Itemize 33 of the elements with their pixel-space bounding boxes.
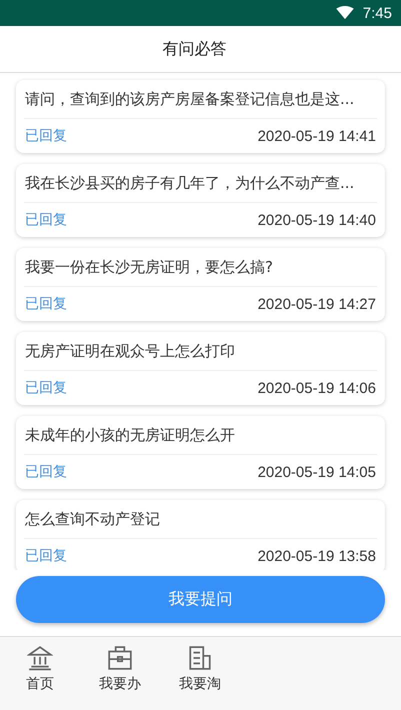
question-text: 我要一份在长沙无房证明，要怎么搞?: [24, 248, 377, 287]
question-text: 怎么查询不动产登记: [24, 500, 377, 539]
bank-icon: [27, 645, 53, 671]
page-title: 有问必答: [162, 38, 226, 60]
question-time: 2020-05-19 14:27: [258, 296, 376, 312]
question-text: 请问，查询到的该房产房屋备案登记信息也是这...: [24, 80, 377, 119]
question-time: 2020-05-19 14:06: [258, 380, 376, 396]
status-time: 7:45: [362, 4, 392, 22]
reply-status: 已回复: [25, 295, 67, 313]
question-card[interactable]: 请问，查询到的该房产房屋备案登记信息也是这... 已回复 2020-05-19 14:41: [16, 80, 385, 153]
question-text: 无房产证明在观众号上怎么打印: [24, 332, 377, 371]
building-icon: [187, 645, 213, 671]
question-card[interactable]: 我在长沙县买的房子有几年了，为什么不动产查... 已回复 2020-05-19 14:40: [16, 164, 385, 237]
briefcase-icon: [107, 645, 133, 671]
reply-status: 已回复: [25, 127, 67, 145]
reply-status: 已回复: [25, 379, 67, 397]
question-card[interactable]: 无房产证明在观众号上怎么打印 已回复 2020-05-19 14:06: [16, 332, 385, 405]
reply-status: 已回复: [25, 211, 67, 229]
reply-status: 已回复: [25, 547, 67, 565]
question-card[interactable]: 我要一份在长沙无房证明，要怎么搞? 已回复 2020-05-19 14:27: [16, 248, 385, 321]
tab-item[interactable]: 我要办: [80, 645, 160, 710]
question-text: 我在长沙县买的房子有几年了，为什么不动产查...: [24, 164, 377, 203]
reply-status: 已回复: [25, 463, 67, 481]
wifi-icon: [336, 6, 354, 20]
tab-item[interactable]: 首页: [0, 645, 80, 710]
question-card[interactable]: 未成年的小孩的无房证明怎么开 已回复 2020-05-19 14:05: [16, 416, 385, 489]
question-text: 未成年的小孩的无房证明怎么开: [24, 416, 377, 455]
question-time: 2020-05-19 14:05: [258, 464, 376, 480]
question-time: 2020-05-19 13:58: [258, 548, 376, 564]
question-time: 2020-05-19 14:40: [258, 212, 376, 228]
tab-item[interactable]: 我要淘: [160, 645, 240, 710]
question-card[interactable]: 怎么查询不动产登记 已回复 2020-05-19 13:58: [16, 500, 385, 570]
question-time: 2020-05-19 14:41: [258, 128, 376, 144]
